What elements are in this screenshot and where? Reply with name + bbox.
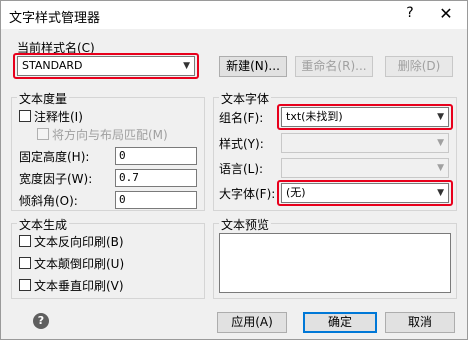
text-preview-label: 文本预览 — [219, 216, 272, 233]
width-factor-input[interactable]: 0.7 — [115, 169, 197, 187]
backwards-checkbox[interactable] — [19, 235, 31, 247]
help-icon[interactable]: ? — [33, 313, 49, 329]
text-font-label: 文本字体 — [219, 90, 272, 107]
upside-down-checkbox[interactable] — [19, 257, 31, 269]
width-factor-label: 宽度因子(W): — [19, 172, 93, 186]
rename-style-button[interactable]: 重命名(R)... — [295, 56, 373, 77]
font-style-label: 样式(Y): — [219, 137, 264, 151]
font-name-label: 组名(F): — [219, 111, 264, 125]
ok-button[interactable]: 确定 — [303, 312, 377, 333]
vertical-label: 文本垂直印刷(V) — [34, 279, 124, 293]
chevron-down-icon: ▼ — [437, 138, 444, 148]
language-dropdown[interactable]: ▼ — [281, 158, 449, 178]
big-font-label: 大字体(F): — [219, 187, 276, 201]
cancel-button[interactable]: 取消 — [385, 312, 455, 333]
new-style-button[interactable]: 新建(N)... — [219, 56, 287, 77]
chevron-down-icon: ▼ — [437, 163, 444, 173]
fixed-height-label: 固定高度(H): — [19, 150, 90, 164]
language-label: 语言(L): — [219, 162, 264, 176]
window-title: 文字样式管理器 — [9, 11, 101, 26]
apply-button[interactable]: 应用(A) — [217, 312, 287, 333]
text-generation-label: 文本生成 — [17, 216, 70, 233]
fixed-height-input[interactable]: 0 — [115, 147, 197, 165]
annotative-label: 注释性(I) — [34, 110, 83, 124]
oblique-angle-label: 倾斜角(O): — [19, 194, 78, 208]
highlight-big-font — [277, 180, 453, 206]
delete-style-button[interactable]: 删除(D) — [385, 56, 453, 77]
text-measure-label: 文本度量 — [17, 90, 70, 107]
font-style-dropdown[interactable]: ▼ — [281, 133, 449, 153]
match-orientation-checkbox[interactable] — [37, 128, 49, 140]
vertical-checkbox[interactable] — [19, 279, 31, 291]
annotative-checkbox[interactable] — [19, 110, 31, 122]
text-preview-box — [219, 233, 451, 293]
backwards-label: 文本反向印刷(B) — [34, 235, 124, 249]
upside-down-label: 文本颠倒印刷(U) — [34, 257, 125, 271]
help-title-icon[interactable]: ? — [399, 5, 421, 25]
title-bar: 文字样式管理器 ? ✕ — [1, 1, 467, 29]
match-orientation-label: 将方向与布局匹配(M) — [52, 128, 168, 142]
oblique-angle-input[interactable]: 0 — [115, 191, 197, 209]
highlight-font-name — [277, 104, 453, 130]
highlight-current-style — [13, 53, 199, 79]
text-style-manager-dialog: 文字样式管理器 ? ✕ 当前样式名(C) STANDARD ▼ 新建(N)...… — [0, 0, 468, 340]
close-icon[interactable]: ✕ — [431, 3, 461, 25]
